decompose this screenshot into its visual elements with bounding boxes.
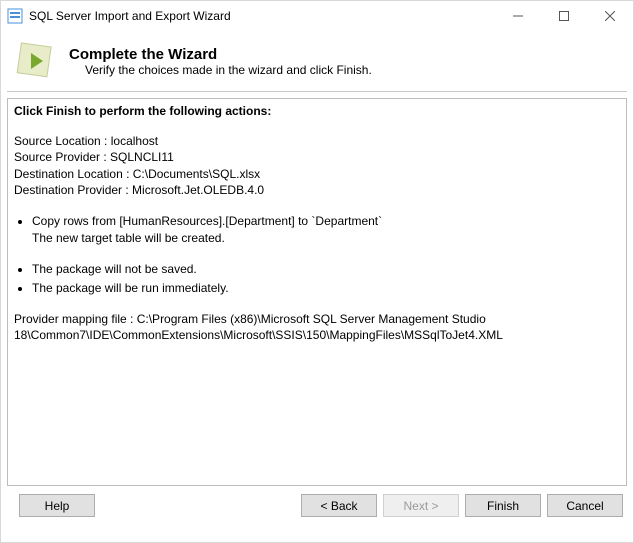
provider-mapping: Provider mapping file : C:\Program Files… <box>14 311 620 343</box>
help-button[interactable]: Help <box>19 494 95 517</box>
summary-intro: Click Finish to perform the following ac… <box>14 103 620 119</box>
title-bar: SQL Server Import and Export Wizard <box>1 1 633 31</box>
finish-button[interactable]: Finish <box>465 494 541 517</box>
page-title: Complete the Wizard <box>69 46 372 63</box>
source-provider: Source Provider : SQLNCLI11 <box>14 149 620 165</box>
next-button: Next > <box>383 494 459 517</box>
wizard-icon <box>11 37 59 85</box>
app-icon <box>7 8 23 24</box>
button-bar: Help < Back Next > Finish Cancel <box>1 486 633 525</box>
cancel-button[interactable]: Cancel <box>547 494 623 517</box>
window-title: SQL Server Import and Export Wizard <box>29 9 495 23</box>
destination-location: Destination Location : C:\Documents\SQL.… <box>14 166 620 182</box>
package-action-list: The package will not be saved. The packa… <box>14 260 620 296</box>
source-location: Source Location : localhost <box>14 133 620 149</box>
copy-action-list: Copy rows from [HumanResources].[Departm… <box>14 212 620 230</box>
summary-panel: Click Finish to perform the following ac… <box>7 98 627 486</box>
destination-provider: Destination Provider : Microsoft.Jet.OLE… <box>14 182 620 198</box>
close-button[interactable] <box>587 1 633 31</box>
wizard-header: Complete the Wizard Verify the choices m… <box>1 31 633 91</box>
back-button[interactable]: < Back <box>301 494 377 517</box>
pkg-run-now: The package will be run immediately. <box>32 279 620 297</box>
minimize-button[interactable] <box>495 1 541 31</box>
window-controls <box>495 1 633 31</box>
copy-action-item: Copy rows from [HumanResources].[Departm… <box>32 212 620 230</box>
pkg-not-saved: The package will not be saved. <box>32 260 620 278</box>
page-subtitle: Verify the choices made in the wizard an… <box>69 63 372 77</box>
copy-detail: The new target table will be created. <box>14 230 620 246</box>
maximize-button[interactable] <box>541 1 587 31</box>
